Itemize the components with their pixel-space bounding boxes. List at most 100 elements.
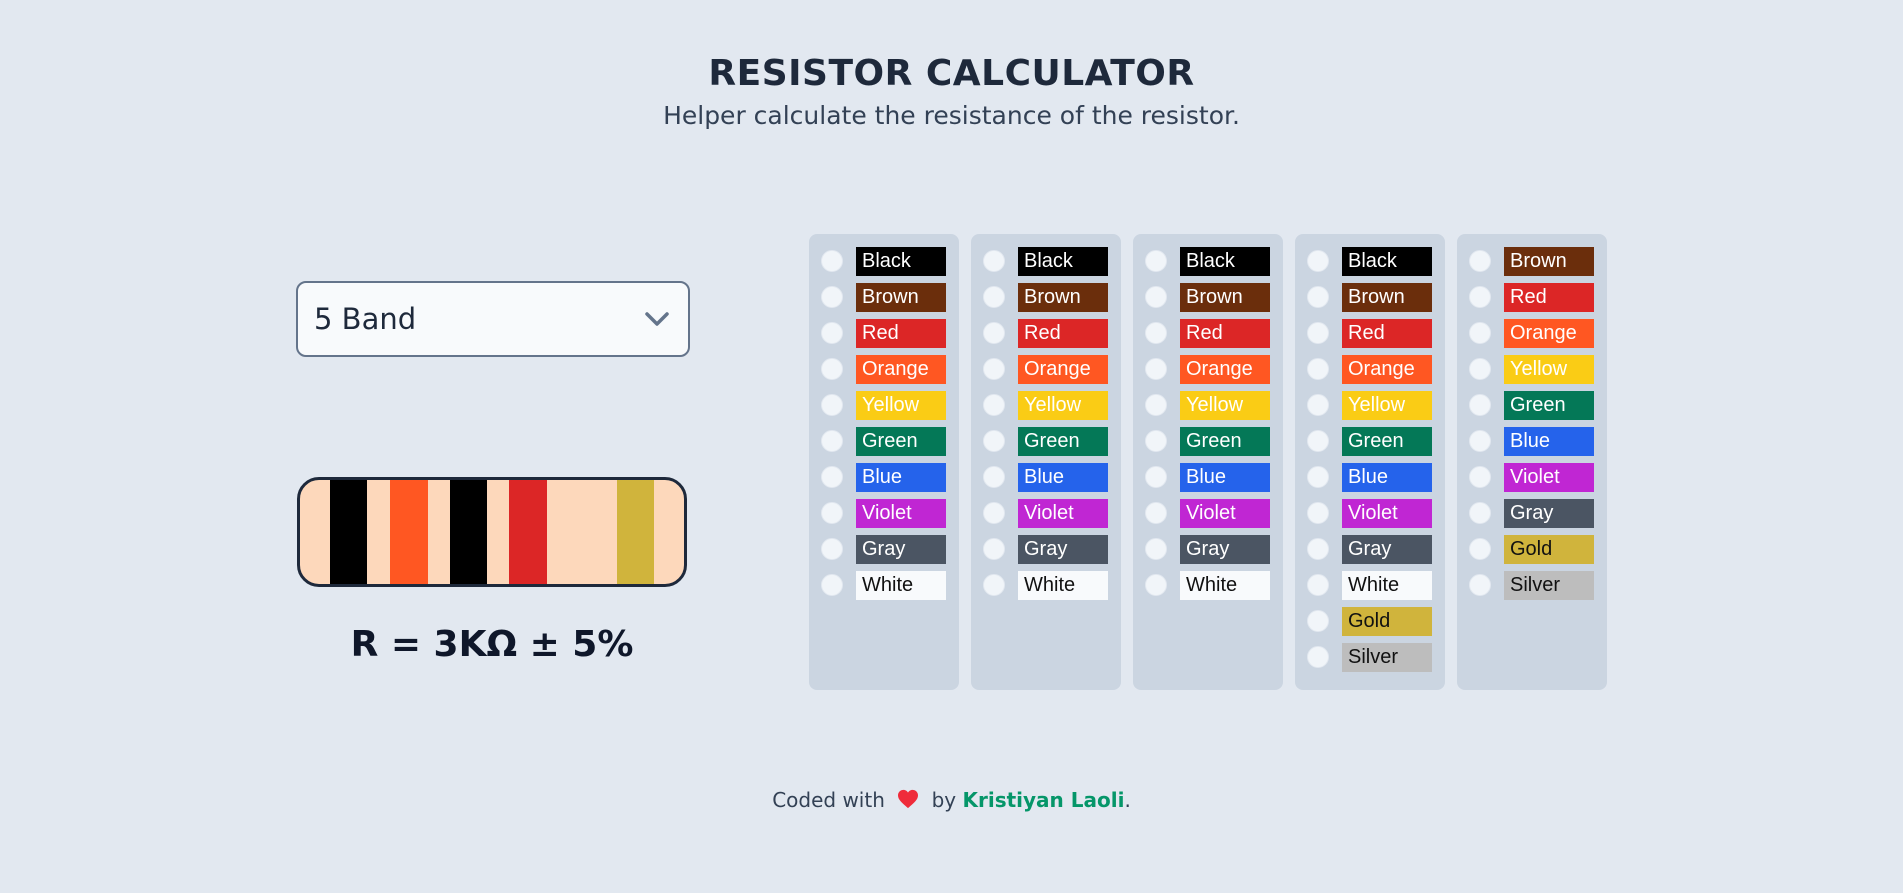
color-label[interactable]: Gray — [1504, 498, 1594, 528]
radio-button[interactable] — [1145, 502, 1167, 524]
band-4-option-green[interactable]: Green — [1307, 426, 1437, 456]
radio-button[interactable] — [983, 358, 1005, 380]
color-label[interactable]: Red — [1504, 282, 1594, 312]
band-4-option-black[interactable]: Black — [1307, 246, 1437, 276]
author-link[interactable]: Kristiyan Laoli — [962, 788, 1124, 812]
band-3-option-black[interactable]: Black — [1145, 246, 1275, 276]
band-5-option-orange[interactable]: Orange — [1469, 318, 1599, 348]
radio-button[interactable] — [1307, 358, 1329, 380]
color-label[interactable]: Gold — [1342, 606, 1432, 636]
band-1-option-black[interactable]: Black — [821, 246, 951, 276]
band-2-option-red[interactable]: Red — [983, 318, 1113, 348]
radio-button[interactable] — [821, 538, 843, 560]
color-label[interactable]: Yellow — [1342, 390, 1432, 420]
band-5-option-red[interactable]: Red — [1469, 282, 1599, 312]
radio-button[interactable] — [1469, 286, 1491, 308]
band-1-option-blue[interactable]: Blue — [821, 462, 951, 492]
radio-button[interactable] — [1307, 610, 1329, 632]
band-3-option-violet[interactable]: Violet — [1145, 498, 1275, 528]
color-label[interactable]: Gray — [856, 534, 946, 564]
color-label[interactable]: Brown — [1342, 282, 1432, 312]
band-1-option-green[interactable]: Green — [821, 426, 951, 456]
band-5-option-green[interactable]: Green — [1469, 390, 1599, 420]
band-4-option-gray[interactable]: Gray — [1307, 534, 1437, 564]
color-label[interactable]: Green — [856, 426, 946, 456]
radio-button[interactable] — [983, 250, 1005, 272]
radio-button[interactable] — [1469, 574, 1491, 596]
radio-button[interactable] — [1307, 538, 1329, 560]
radio-button[interactable] — [983, 574, 1005, 596]
color-label[interactable]: Violet — [1342, 498, 1432, 528]
color-label[interactable]: Brown — [1504, 246, 1594, 276]
color-label[interactable]: Blue — [1018, 462, 1108, 492]
radio-button[interactable] — [1307, 322, 1329, 344]
radio-button[interactable] — [1145, 466, 1167, 488]
band-5-option-yellow[interactable]: Yellow — [1469, 354, 1599, 384]
color-label[interactable]: Red — [1342, 318, 1432, 348]
radio-button[interactable] — [1307, 286, 1329, 308]
color-label[interactable]: White — [1342, 570, 1432, 600]
color-label[interactable]: Orange — [1018, 354, 1108, 384]
band-4-option-yellow[interactable]: Yellow — [1307, 390, 1437, 420]
band-2-option-yellow[interactable]: Yellow — [983, 390, 1113, 420]
color-label[interactable]: Violet — [856, 498, 946, 528]
color-label[interactable]: Silver — [1342, 642, 1432, 672]
color-label[interactable]: Black — [1342, 246, 1432, 276]
color-label[interactable]: White — [1180, 570, 1270, 600]
band-1-option-brown[interactable]: Brown — [821, 282, 951, 312]
color-label[interactable]: Green — [1504, 390, 1594, 420]
band-1-option-white[interactable]: White — [821, 570, 951, 600]
band-2-option-white[interactable]: White — [983, 570, 1113, 600]
radio-button[interactable] — [983, 430, 1005, 452]
band-4-option-red[interactable]: Red — [1307, 318, 1437, 348]
color-label[interactable]: Yellow — [856, 390, 946, 420]
color-label[interactable]: Black — [1018, 246, 1108, 276]
radio-button[interactable] — [821, 286, 843, 308]
band-3-option-yellow[interactable]: Yellow — [1145, 390, 1275, 420]
color-label[interactable]: Orange — [856, 354, 946, 384]
color-label[interactable]: Gray — [1342, 534, 1432, 564]
color-label[interactable]: Gray — [1018, 534, 1108, 564]
band-5-option-blue[interactable]: Blue — [1469, 426, 1599, 456]
band-1-option-orange[interactable]: Orange — [821, 354, 951, 384]
radio-button[interactable] — [983, 322, 1005, 344]
color-label[interactable]: Brown — [856, 282, 946, 312]
band-5-option-silver[interactable]: Silver — [1469, 570, 1599, 600]
radio-button[interactable] — [1307, 646, 1329, 668]
band-4-option-violet[interactable]: Violet — [1307, 498, 1437, 528]
color-label[interactable]: Gold — [1504, 534, 1594, 564]
radio-button[interactable] — [1145, 394, 1167, 416]
color-label[interactable]: Blue — [1180, 462, 1270, 492]
radio-button[interactable] — [821, 502, 843, 524]
radio-button[interactable] — [1307, 394, 1329, 416]
radio-button[interactable] — [1469, 250, 1491, 272]
band-2-option-brown[interactable]: Brown — [983, 282, 1113, 312]
band-1-option-red[interactable]: Red — [821, 318, 951, 348]
radio-button[interactable] — [821, 466, 843, 488]
color-label[interactable]: Green — [1180, 426, 1270, 456]
band-count-select[interactable]: 5 Band — [296, 281, 690, 357]
band-1-option-yellow[interactable]: Yellow — [821, 390, 951, 420]
radio-button[interactable] — [983, 394, 1005, 416]
band-4-option-silver[interactable]: Silver — [1307, 642, 1437, 672]
color-label[interactable]: Orange — [1504, 318, 1594, 348]
radio-button[interactable] — [1469, 358, 1491, 380]
radio-button[interactable] — [1469, 538, 1491, 560]
color-label[interactable]: Green — [1342, 426, 1432, 456]
color-label[interactable]: Violet — [1018, 498, 1108, 528]
band-2-option-green[interactable]: Green — [983, 426, 1113, 456]
radio-button[interactable] — [821, 394, 843, 416]
color-label[interactable]: Violet — [1180, 498, 1270, 528]
color-label[interactable]: Violet — [1504, 462, 1594, 492]
color-label[interactable]: Green — [1018, 426, 1108, 456]
band-4-option-brown[interactable]: Brown — [1307, 282, 1437, 312]
color-label[interactable]: Yellow — [1504, 354, 1594, 384]
band-5-option-violet[interactable]: Violet — [1469, 462, 1599, 492]
radio-button[interactable] — [1469, 394, 1491, 416]
radio-button[interactable] — [1145, 286, 1167, 308]
color-label[interactable]: Brown — [1180, 282, 1270, 312]
band-1-option-gray[interactable]: Gray — [821, 534, 951, 564]
color-label[interactable]: Orange — [1342, 354, 1432, 384]
radio-button[interactable] — [1145, 430, 1167, 452]
band-2-option-black[interactable]: Black — [983, 246, 1113, 276]
